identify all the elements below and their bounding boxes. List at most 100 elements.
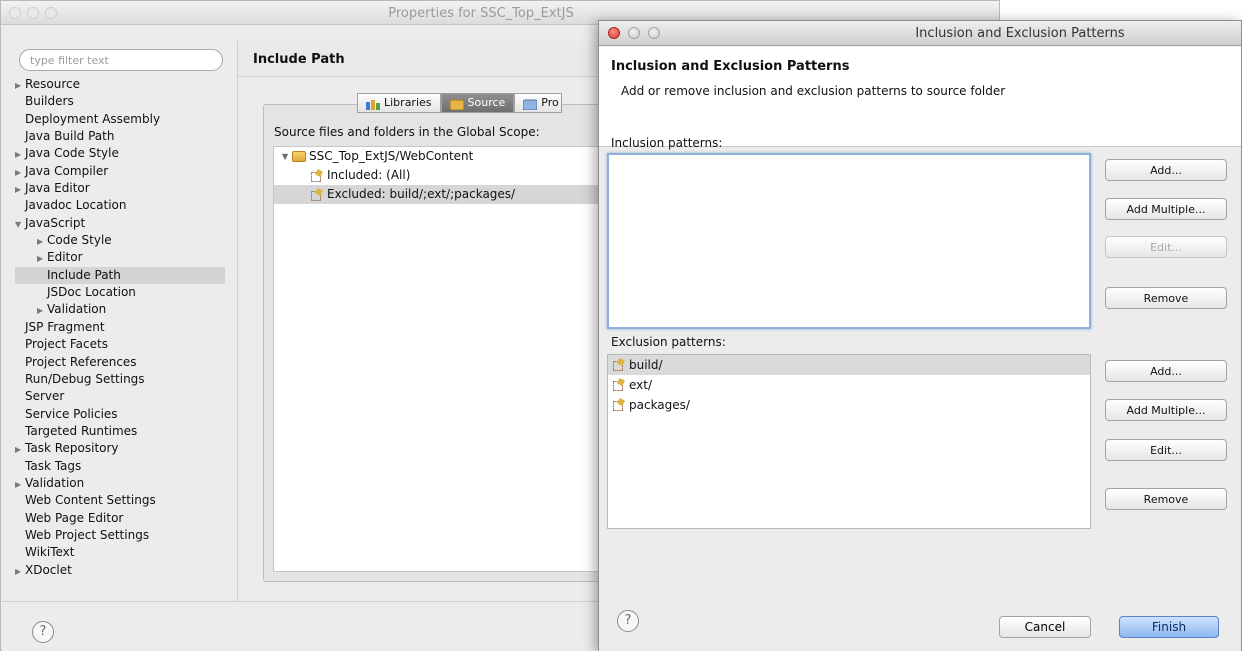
source-tree-excluded[interactable]: Excluded: build/;ext/;packages/: [274, 185, 600, 204]
nav-item-xdoclet[interactable]: ▶ XDoclet: [15, 562, 225, 579]
source-tree-included[interactable]: Included: (All): [274, 166, 600, 185]
nav-item-wikitext[interactable]: WikiText: [15, 544, 225, 561]
expand-arrow-icon[interactable]: ▶: [37, 233, 47, 250]
pattern-icon: [612, 379, 626, 391]
inclusion-add-multiple-button[interactable]: Add Multiple...: [1105, 198, 1227, 220]
nav-item-label: Task Repository: [25, 441, 119, 456]
filter-input[interactable]: [19, 49, 223, 71]
nav-item-service-policies[interactable]: Service Policies: [15, 406, 225, 423]
cancel-button[interactable]: Cancel: [999, 616, 1091, 638]
expand-arrow-icon[interactable]: ▶: [15, 476, 25, 493]
nav-item-label: Web Project Settings: [25, 527, 150, 542]
close-window-icon[interactable]: [9, 7, 21, 19]
nav-item-label: JavaScript: [25, 215, 86, 230]
inclusion-exclusion-dialog: Inclusion and Exclusion Patterns Inclusi…: [598, 20, 1242, 651]
pattern-label: build/: [629, 358, 663, 372]
source-folder-icon: [449, 98, 465, 110]
source-tree-root[interactable]: ▼ SSC_Top_ExtJS/WebContent: [274, 147, 600, 166]
tab-projects[interactable]: Pro: [514, 93, 562, 113]
nav-item-java-code-style[interactable]: ▶ Java Code Style: [15, 145, 225, 162]
expand-arrow-icon[interactable]: ▶: [15, 146, 25, 163]
nav-item-label: WikiText: [25, 545, 75, 560]
collapse-arrow-icon[interactable]: ▼: [15, 216, 25, 233]
nav-item-validation[interactable]: ▶ Validation: [15, 475, 225, 492]
properties-nav-tree: ▶ Resource Builders Deployment Assembly Java…: [15, 76, 225, 579]
tab-libraries[interactable]: Libraries: [357, 93, 441, 113]
tab-bar: Libraries Source Pro: [357, 93, 562, 113]
tab-source-label: Source: [467, 96, 506, 109]
inclusion-add-button[interactable]: Add...: [1105, 159, 1227, 181]
pattern-icon: [612, 399, 626, 411]
help-icon[interactable]: ?: [617, 610, 639, 632]
nav-item-java-compiler[interactable]: ▶ Java Compiler: [15, 163, 225, 180]
exclusion-add-button[interactable]: Add...: [1105, 360, 1227, 382]
nav-item-label: Java Compiler: [25, 163, 109, 178]
inclusion-edit-button[interactable]: Edit...: [1105, 236, 1227, 258]
nav-item-web-project-settings[interactable]: Web Project Settings: [15, 527, 225, 544]
included-label: Included: (All): [327, 168, 411, 182]
exclusion-edit-button[interactable]: Edit...: [1105, 439, 1227, 461]
finish-button[interactable]: Finish: [1119, 616, 1219, 638]
nav-item-builders[interactable]: Builders: [15, 93, 225, 110]
source-tree: ▼ SSC_Top_ExtJS/WebContent Included: (Al…: [273, 146, 601, 572]
nav-item-javadoc-location[interactable]: Javadoc Location: [15, 197, 225, 214]
nav-item-label: Validation: [47, 302, 107, 317]
nav-item-label: Validation: [25, 475, 85, 490]
pattern-list-item[interactable]: build/: [608, 355, 1090, 375]
nav-item-web-content-settings[interactable]: Web Content Settings: [15, 492, 225, 509]
expand-arrow-icon[interactable]: ▶: [15, 77, 25, 94]
page-title: Include Path: [253, 52, 345, 67]
excluded-label: Excluded: build/;ext/;packages/: [327, 187, 516, 201]
nav-item-label: JSP Fragment: [25, 319, 105, 334]
dialog-header-title: Inclusion and Exclusion Patterns: [611, 59, 850, 74]
expand-arrow-icon[interactable]: ▼: [282, 147, 292, 166]
nav-item-jsdoc-location[interactable]: JSDoc Location: [15, 284, 225, 301]
nav-item-server[interactable]: Server: [15, 388, 225, 405]
nav-item-label: Targeted Runtimes: [25, 423, 138, 438]
expand-arrow-icon[interactable]: ▶: [37, 302, 47, 319]
nav-item-label: Project References: [25, 354, 137, 369]
nav-item-task-tags[interactable]: Task Tags: [15, 458, 225, 475]
nav-item-label: Resource: [25, 77, 81, 91]
nav-item-jsp-fragment[interactable]: JSP Fragment: [15, 319, 225, 336]
nav-item-label: JSDoc Location: [47, 285, 136, 300]
nav-item-resource[interactable]: ▶ Resource: [15, 76, 225, 93]
nav-item-web-page-editor[interactable]: Web Page Editor: [15, 510, 225, 527]
exclusion-add-multiple-button[interactable]: Add Multiple...: [1105, 399, 1227, 421]
nav-item-run-debug-settings[interactable]: Run/Debug Settings: [15, 371, 225, 388]
expand-arrow-icon[interactable]: ▶: [37, 250, 47, 267]
project-folder-icon: [292, 151, 306, 162]
nav-item-project-references[interactable]: Project References: [15, 354, 225, 371]
sash-divider[interactable]: [237, 41, 238, 601]
scope-label: Source files and folders in the Global S…: [274, 125, 540, 139]
nav-item-javascript[interactable]: ▼ JavaScript: [15, 215, 225, 232]
minimize-window-icon[interactable]: [27, 7, 39, 19]
expand-arrow-icon[interactable]: ▶: [15, 563, 25, 580]
expand-arrow-icon[interactable]: ▶: [15, 181, 25, 198]
expand-arrow-icon[interactable]: ▶: [15, 441, 25, 458]
nav-item-validation[interactable]: ▶ Validation: [15, 301, 225, 318]
help-icon[interactable]: ?: [32, 621, 54, 643]
nav-item-java-build-path[interactable]: Java Build Path: [15, 128, 225, 145]
pattern-list-item[interactable]: packages/: [608, 395, 1090, 415]
nav-item-deployment-assembly[interactable]: Deployment Assembly: [15, 111, 225, 128]
tab-libraries-label: Libraries: [384, 96, 432, 109]
projects-icon: [522, 98, 538, 110]
inclusion-remove-button[interactable]: Remove: [1105, 287, 1227, 309]
exclusion-patterns-list[interactable]: build/ext/packages/: [607, 354, 1091, 529]
inclusion-patterns-list[interactable]: [607, 153, 1091, 329]
dialog-titlebar: Inclusion and Exclusion Patterns: [599, 21, 1241, 46]
pattern-list-item[interactable]: ext/: [608, 375, 1090, 395]
zoom-window-icon[interactable]: [45, 7, 57, 19]
expand-arrow-icon[interactable]: ▶: [15, 164, 25, 181]
nav-item-label: Java Build Path: [25, 129, 115, 144]
nav-item-java-editor[interactable]: ▶ Java Editor: [15, 180, 225, 197]
exclusion-remove-button[interactable]: Remove: [1105, 488, 1227, 510]
nav-item-targeted-runtimes[interactable]: Targeted Runtimes: [15, 423, 225, 440]
nav-item-project-facets[interactable]: Project Facets: [15, 336, 225, 353]
nav-item-task-repository[interactable]: ▶ Task Repository: [15, 440, 225, 457]
nav-item-editor[interactable]: ▶ Editor: [15, 249, 225, 266]
nav-item-code-style[interactable]: ▶ Code Style: [15, 232, 225, 249]
tab-source[interactable]: Source: [440, 93, 515, 113]
nav-item-include-path[interactable]: Include Path: [15, 266, 225, 285]
